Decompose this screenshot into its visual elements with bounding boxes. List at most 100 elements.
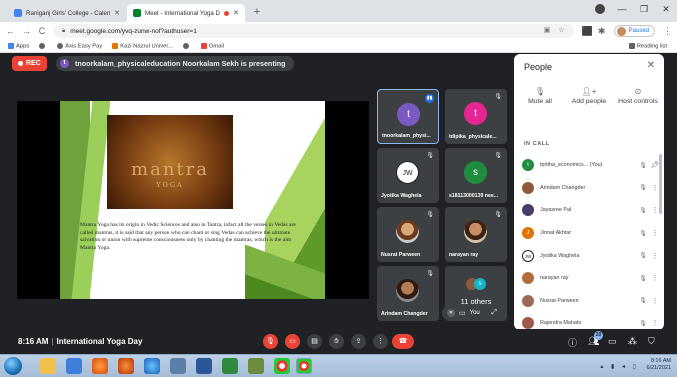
- bookmark-axis-easy-pay[interactable]: Axis Easy Pay: [57, 42, 102, 49]
- avatar: [396, 279, 419, 302]
- raise-hand-button[interactable]: ✋︎: [329, 334, 344, 349]
- list-item[interactable]: Jayasree Pal 🎙︎ ⋮: [522, 199, 660, 222]
- avatar: J: [522, 227, 534, 240]
- recording-badge: REC: [12, 56, 47, 71]
- participant-tile[interactable]: 🎙︎ narayan ray: [445, 207, 507, 262]
- close-panel-icon[interactable]: ✕: [647, 60, 655, 71]
- list-item[interactable]: JW Jyotika Waghela 🎙︎ ⋮: [522, 244, 660, 267]
- more-options-icon[interactable]: ⋮: [650, 274, 660, 282]
- mic-off-icon: 🎙︎: [494, 94, 502, 100]
- more-options-icon[interactable]: ⋮: [650, 229, 660, 237]
- list-item[interactable]: Nusrat Parween 🎙︎ ⋮: [522, 290, 660, 313]
- panel-actions: 🎙︎ Mute all 👤︎+ Add people ⊙ Host contro…: [518, 88, 660, 106]
- captions-button[interactable]: ▤: [307, 334, 322, 349]
- mic-off-icon: 🎙︎: [426, 153, 434, 159]
- maximize-button[interactable]: ❐: [633, 0, 655, 18]
- list-item[interactable]: t tpritha_economics... (You) 🎙︎ 📌︎: [522, 154, 660, 177]
- chrome-active-icon[interactable]: [296, 358, 312, 374]
- participant-name: Jyotika Waghela: [540, 252, 580, 259]
- more-options-icon[interactable]: ⋮: [650, 297, 660, 305]
- system-clock[interactable]: 8:16 AM 6/21/2021: [647, 358, 671, 372]
- chrome-taskbar-icon[interactable]: [274, 358, 290, 374]
- info-icon[interactable]: ⓘ: [568, 336, 577, 349]
- participant-tile[interactable]: 🎙︎ t tdipika_physicale...: [445, 89, 507, 144]
- minimize-button[interactable]: —: [611, 0, 633, 18]
- profile-button[interactable]: Paused: [613, 25, 655, 37]
- list-item[interactable]: Arindam Changder 🎙︎ ⋮: [522, 177, 660, 200]
- file-explorer-icon[interactable]: [40, 358, 56, 374]
- bookmark-kazi-nazrul[interactable]: Kazi Nazrul Univer...: [112, 42, 173, 49]
- window-icon[interactable]: [66, 358, 82, 374]
- avatar: [522, 272, 534, 285]
- edge-icon[interactable]: [144, 358, 160, 374]
- host-controls-icon[interactable]: ⛉: [648, 336, 655, 347]
- meeting-controls-bar: 8:16 AM | International Yoga Day 🎙︎ ▭ ▤ ✋︎…: [0, 329, 677, 354]
- separator: |: [51, 337, 54, 346]
- word-icon[interactable]: [196, 358, 212, 374]
- expand-icon[interactable]: ⤢: [491, 309, 497, 317]
- tool-icon[interactable]: [170, 358, 186, 374]
- list-item[interactable]: narayan ray 🎙︎ ⋮: [522, 267, 660, 290]
- app-icon[interactable]: [248, 358, 264, 374]
- new-tab-button[interactable]: +: [250, 6, 264, 20]
- menu-kebab-icon[interactable]: ⋮: [663, 26, 672, 37]
- url-input[interactable]: 🔒︎ meet.google.com/yvq-zunw-nof?authuser…: [54, 24, 574, 38]
- start-button[interactable]: [4, 357, 22, 375]
- reading-list-button[interactable]: Reading list: [628, 43, 667, 50]
- bookmark-apps[interactable]: Apps: [8, 42, 29, 49]
- close-window-button[interactable]: ✕: [655, 0, 677, 18]
- lock-icon: 🔒︎: [62, 27, 66, 34]
- browser-tab-bar: Raniganj Girls' College - Calendar ✕ Mee…: [0, 0, 677, 22]
- mic-off-icon: 🎙︎: [426, 271, 434, 277]
- reload-icon[interactable]: C: [38, 26, 46, 36]
- present-button[interactable]: ⇪: [351, 334, 366, 349]
- meeting-details: 8:16 AM | International Yoga Day: [18, 337, 142, 346]
- participant-tile[interactable]: ▮▮ t tnoorkalam_physi...: [377, 89, 439, 144]
- participant-name: Nusrat Parween: [540, 297, 579, 304]
- list-item[interactable]: J Jinnat Akhtar 🎙︎ ⋮: [522, 222, 660, 245]
- more-options-icon[interactable]: ⋮: [650, 319, 660, 327]
- tab-search-icon[interactable]: [595, 4, 605, 14]
- close-tab-icon[interactable]: ✕: [233, 9, 239, 17]
- mute-all-button[interactable]: 🎙︎ Mute all: [518, 88, 562, 106]
- puzzle-icon[interactable]: ✱: [598, 26, 606, 37]
- more-options-button[interactable]: ⋮: [373, 334, 388, 349]
- extension-icon[interactable]: ⬛: [582, 26, 593, 37]
- close-tab-icon[interactable]: ✕: [114, 9, 120, 17]
- more-options-icon[interactable]: ⋮: [650, 252, 660, 260]
- panel-scrollbar[interactable]: [659, 154, 662, 214]
- list-item[interactable]: Rajendra Mahato 🎙︎ ⋮: [522, 312, 660, 330]
- participant-name: Jayasree Pal: [540, 207, 572, 214]
- participant-tile[interactable]: 🎙︎ s s18113000139 nee...: [445, 148, 507, 203]
- add-people-button[interactable]: 👤︎+ Add people: [567, 88, 611, 106]
- avatar: [522, 294, 534, 307]
- bookmark-globe-2[interactable]: [182, 42, 191, 50]
- media-icon[interactable]: [118, 358, 134, 374]
- host-controls-button[interactable]: ⊙ Host controls: [616, 88, 660, 106]
- participant-tile[interactable]: 🎙︎ Arindam Changder: [377, 266, 439, 321]
- firefox-icon[interactable]: [92, 358, 108, 374]
- tab-meet[interactable]: Meet - International Yoga D ✕: [127, 4, 245, 22]
- camera-toggle-button[interactable]: ▭: [285, 334, 300, 349]
- forward-arrow-icon[interactable]: →: [22, 26, 31, 36]
- panel-title: People: [524, 62, 553, 72]
- image-app-icon[interactable]: [222, 358, 238, 374]
- self-view-bar[interactable]: ✕ ▭ You ⤢: [442, 306, 502, 320]
- record-dot-icon: [18, 61, 23, 66]
- bookmark-globe[interactable]: [39, 42, 47, 50]
- mic-off-icon: 🎙︎: [639, 253, 647, 260]
- tab-title: Raniganj Girls' College - Calendar: [26, 9, 111, 17]
- presenting-banner[interactable]: t tnoorkalam_physicaleducation Noorkalam…: [56, 56, 294, 71]
- participant-tile[interactable]: 🎙︎ Nusrat Parween: [377, 207, 439, 262]
- bookmark-gmail[interactable]: Gmail: [200, 42, 224, 49]
- activities-icon[interactable]: ⁂: [628, 336, 637, 347]
- chat-icon[interactable]: ▭: [608, 336, 617, 347]
- participant-tile[interactable]: 🎙︎ JW Jyotika Waghela: [377, 148, 439, 203]
- tab-college-calendar[interactable]: Raniganj Girls' College - Calendar ✕: [8, 4, 126, 22]
- system-tray-icons[interactable]: ▴ ▮ ◂ ▯: [600, 363, 639, 370]
- back-arrow-icon[interactable]: ←: [6, 26, 15, 36]
- mic-toggle-button[interactable]: 🎙︎: [263, 334, 278, 349]
- in-call-header: IN CALL: [524, 141, 550, 147]
- leave-call-button[interactable]: ☎︎: [392, 334, 414, 349]
- mantra-yoga-image: mantra YOGA: [107, 115, 233, 209]
